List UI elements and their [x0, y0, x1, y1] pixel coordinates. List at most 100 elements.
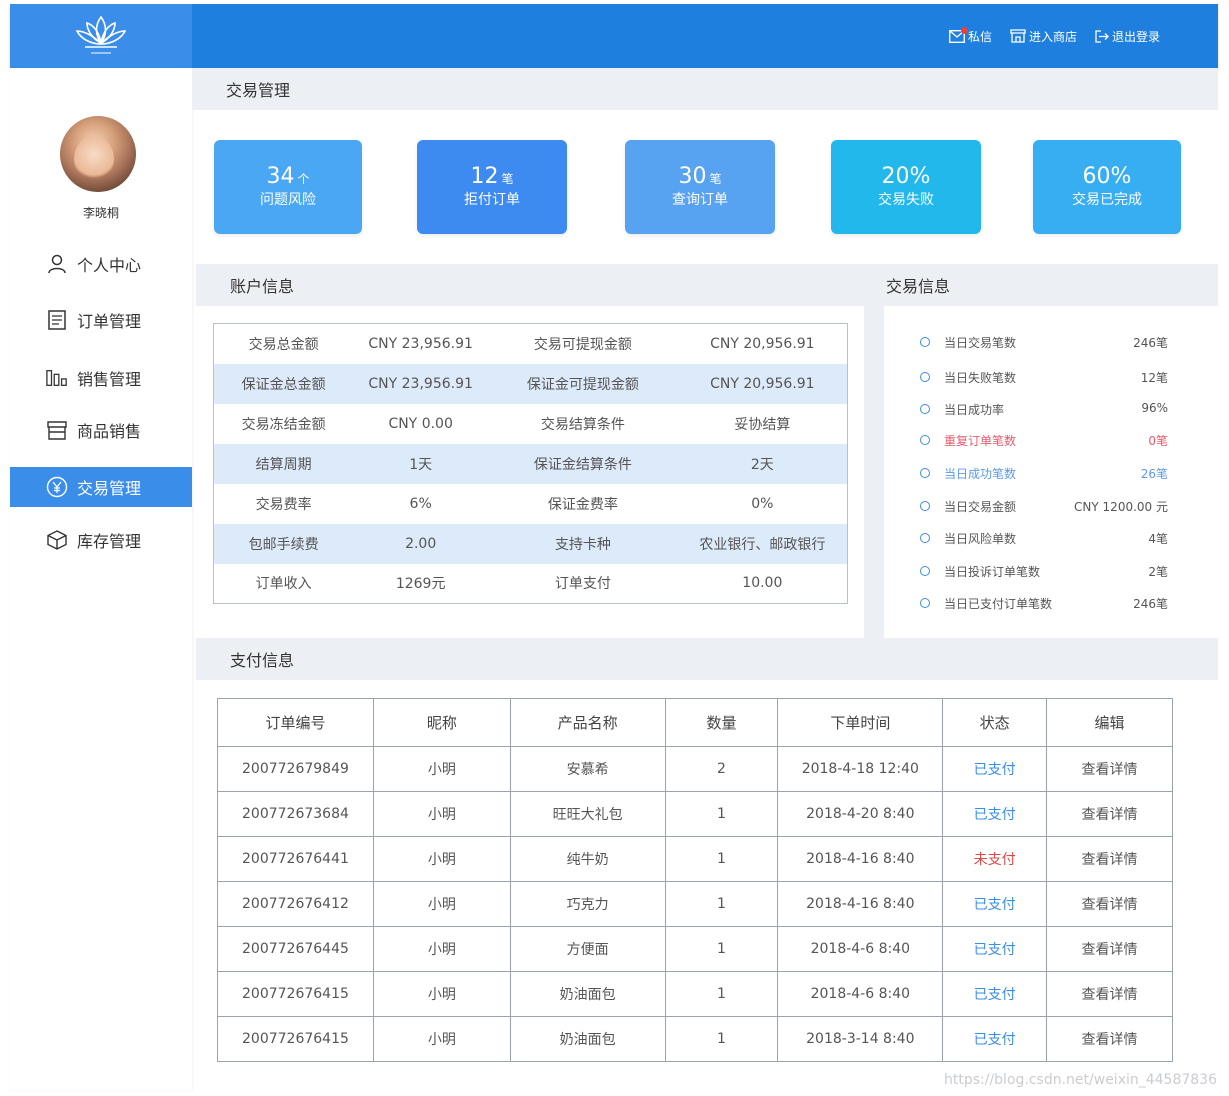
- field-label: 保证金总金额: [213, 363, 354, 404]
- trade-value: 12笔: [1140, 371, 1168, 385]
- sidebar-item-label: 商品销售: [77, 422, 142, 441]
- watermark: https://blog.csdn.net/weixin_44587836: [943, 1072, 1217, 1088]
- status-badge: 已支付: [942, 926, 1048, 972]
- quantity: 1: [664, 926, 779, 972]
- trade-value: 246笔: [1133, 336, 1168, 350]
- field-value: 6%: [409, 495, 432, 512]
- logout-link[interactable]: 退出登录: [1095, 28, 1160, 45]
- trade-value: 96%: [1141, 401, 1168, 415]
- field-value: 1天: [353, 443, 489, 484]
- view-details-link[interactable]: 查看详情: [1046, 926, 1173, 972]
- stat-label: 问题风险: [260, 192, 316, 208]
- stat-card-risk[interactable]: 34 个 问题风险: [214, 140, 362, 234]
- stat-card-failed[interactable]: 20% 交易失败: [831, 140, 981, 234]
- circle-bullet-icon: [920, 598, 930, 608]
- sidebar-item-order-management[interactable]: 订单管理: [10, 300, 192, 340]
- field-value: CNY 23,956.91: [353, 363, 489, 404]
- trade-row: 当日投诉订单笔数 2笔: [884, 561, 1218, 581]
- trade-row: 当日成功率 96%: [884, 399, 1218, 419]
- field-value: 妥协结算: [734, 416, 791, 433]
- stat-label: 交易失败: [878, 192, 934, 208]
- order-id: 200772676415: [217, 971, 374, 1017]
- field-value: 2天: [677, 443, 848, 484]
- logout-icon: [1095, 29, 1109, 43]
- field-label: 结算周期: [213, 443, 354, 484]
- circle-bullet-icon: [920, 435, 930, 445]
- stat-card-chargeback[interactable]: 12 笔 拒付订单: [417, 140, 567, 234]
- sidebar-item-personal-center[interactable]: 个人中心: [10, 244, 192, 284]
- status-badge: 已支付: [942, 791, 1048, 837]
- stat-card-completed[interactable]: 60% 交易已完成: [1033, 140, 1181, 234]
- stat-card-query-orders[interactable]: 30 笔 查询订单: [625, 140, 775, 234]
- field-label: 支持卡种: [488, 523, 678, 564]
- view-details-link[interactable]: 查看详情: [1046, 971, 1173, 1017]
- product-name: 奶油面包: [509, 1016, 666, 1062]
- document-icon: [46, 309, 68, 331]
- sidebar-item-product-sales[interactable]: 商品销售: [10, 410, 192, 450]
- trade-value: 2笔: [1148, 565, 1168, 579]
- account-info-header: 账户信息: [196, 264, 864, 306]
- logo[interactable]: [10, 4, 192, 68]
- trade-label: 当日失败笔数: [944, 371, 1017, 385]
- store-icon: [1010, 29, 1026, 43]
- quantity: 1: [664, 791, 779, 837]
- status-badge: 已支付: [942, 1016, 1048, 1062]
- order-time: 2018-4-16 8:40: [777, 836, 944, 882]
- field-value: CNY 20,956.91: [710, 335, 815, 352]
- view-details-link[interactable]: 查看详情: [1046, 791, 1173, 837]
- order-id: 200772673684: [217, 791, 374, 837]
- trade-label: 当日成功率: [944, 403, 1005, 417]
- column-header: 订单编号: [217, 698, 374, 747]
- sidebar: 李晓桐 个人中心 订单管理 销售管理 商品销售 交易管理 库存管理: [10, 68, 192, 1090]
- avatar[interactable]: [60, 116, 136, 192]
- stat-value: 20%: [881, 164, 931, 189]
- field-value: 2.00: [353, 523, 489, 564]
- account-info-panel: 交易总金额 CNY 23,956.91 交易可提现金额 CNY 20,956.9…: [196, 306, 864, 632]
- messages-link[interactable]: 私信: [948, 26, 992, 45]
- page-title-bar: 交易管理: [192, 68, 1218, 110]
- trade-value: 4笔: [1148, 532, 1168, 546]
- view-details-link[interactable]: 查看详情: [1046, 881, 1173, 927]
- trade-row: 当日交易笔数 246笔: [884, 332, 1218, 352]
- column-header: 下单时间: [777, 698, 944, 747]
- quantity: 1: [664, 1016, 779, 1062]
- order-time: 2018-4-6 8:40: [777, 926, 944, 972]
- shop-icon: [46, 419, 68, 441]
- section-title: 交易信息: [886, 277, 951, 296]
- view-details-link[interactable]: 查看详情: [1046, 1016, 1173, 1062]
- circle-bullet-icon: [920, 468, 930, 478]
- trade-row: 重复订单笔数 0笔: [884, 430, 1218, 450]
- quantity: 1: [664, 836, 779, 882]
- app-frame: 私信 进入商店 退出登录 李晓桐 个人中心 订单管理 销售管理 商品销售 交易管…: [10, 4, 1218, 1090]
- table-row: 订单收入 1269元 订单支付 10.00: [214, 564, 848, 604]
- view-details-link[interactable]: 查看详情: [1046, 836, 1173, 882]
- table-row: 200772679849 小明 安慕希 2 2018-4-18 12:40 已支…: [217, 746, 1173, 792]
- field-value: 1269元: [395, 576, 446, 593]
- order-time: 2018-3-14 8:40: [777, 1016, 944, 1062]
- sidebar-item-transaction-management[interactable]: 交易管理: [10, 467, 192, 507]
- trade-label: 当日交易笔数: [944, 336, 1017, 350]
- status-badge: 未支付: [942, 836, 1048, 882]
- nickname: 小明: [372, 926, 511, 972]
- table-row: 200772676412 小明 巧克力 1 2018-4-16 8:40 已支付…: [217, 881, 1173, 927]
- field-label: 保证金可提现金额: [488, 363, 678, 404]
- trade-info-panel: 当日交易笔数 246笔 当日失败笔数 12笔 当日成功率 96% 重复订单笔数 …: [884, 306, 1218, 636]
- username: 李晓桐: [82, 206, 119, 220]
- stat-label: 查询订单: [672, 192, 728, 208]
- view-details-link[interactable]: 查看详情: [1046, 746, 1173, 792]
- table-row: 交易费率 6% 保证金费率 0%: [214, 484, 848, 524]
- column-header: 昵称: [372, 698, 511, 747]
- sidebar-item-sales-management[interactable]: 销售管理: [10, 358, 192, 398]
- order-time: 2018-4-16 8:40: [777, 881, 944, 927]
- enter-store-link[interactable]: 进入商店: [1010, 28, 1077, 45]
- trade-row: 当日风险单数 4笔: [884, 528, 1218, 548]
- messages-label: 私信: [967, 29, 992, 44]
- column-gutter: [864, 306, 884, 640]
- stat-label: 拒付订单: [464, 192, 520, 208]
- unread-dot: [960, 26, 968, 34]
- column-header: 产品名称: [509, 698, 666, 747]
- trade-row: 当日交易金额 CNY 1200.00 元: [884, 496, 1218, 516]
- payment-info-header: 支付信息: [196, 638, 1218, 680]
- sidebar-item-label: 个人中心: [77, 256, 142, 275]
- sidebar-item-inventory-management[interactable]: 库存管理: [10, 520, 192, 560]
